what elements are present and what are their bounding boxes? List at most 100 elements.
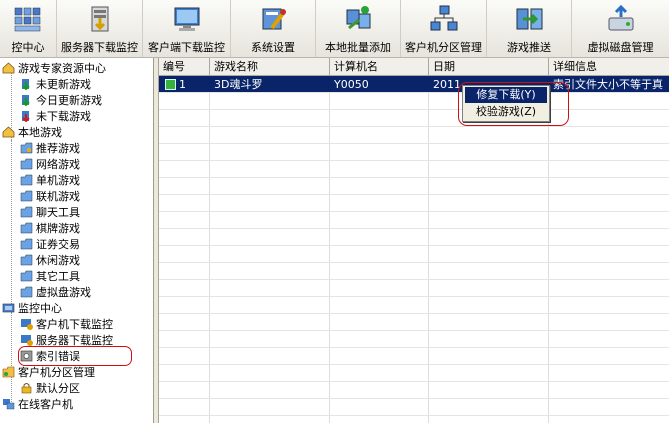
- computers-icon: [2, 398, 15, 410]
- partition-folder-icon: [2, 366, 15, 378]
- table-row[interactable]: 1 3D魂斗罗 Y0050 2011 索引文件大小不等于真: [159, 76, 669, 93]
- toolbar-label: 客户端下载监控: [148, 41, 225, 54]
- toolbar-label: 系统设置: [251, 41, 295, 54]
- row-id: 1: [179, 78, 186, 91]
- empty-row: [159, 246, 669, 263]
- menu-item-verify-game[interactable]: 校验游戏(Z): [465, 104, 547, 120]
- tree-node-client-download-monitor[interactable]: 客户机下载监控: [20, 316, 113, 332]
- tree-node-not-downloaded[interactable]: 未下载游戏: [20, 108, 91, 124]
- tree-node-monitor-center[interactable]: 监控中心: [2, 300, 62, 316]
- tree-node-client-partition-management[interactable]: 客户机分区管理: [2, 364, 95, 380]
- toolbar-virtual-disk-button[interactable]: 虚拟磁盘管理: [572, 0, 669, 57]
- toolbar-label: 控中心: [11, 41, 45, 54]
- tree-node-virtual-disk-games[interactable]: 虚拟盘游戏: [20, 284, 91, 300]
- navigation-tree: 游戏专家资源中心 未更新游戏 今日更新游戏 未下载游戏 本地游戏 推荐游戏 网络…: [0, 58, 154, 423]
- index-error-icon: [20, 350, 33, 362]
- folder-icon: [20, 238, 33, 250]
- toolbar-label: 游戏推送: [507, 41, 551, 54]
- tree-node-securities[interactable]: 证券交易: [20, 236, 80, 252]
- settings-tools-icon: [258, 4, 288, 34]
- column-header-game-name[interactable]: 游戏名称: [210, 58, 330, 75]
- toolbar-label: 虚拟磁盘管理: [587, 41, 654, 54]
- column-header-computer-name[interactable]: 计算机名: [330, 58, 429, 75]
- tree-node-recommended[interactable]: 推荐游戏: [20, 140, 80, 156]
- monitor-icon: [172, 4, 202, 34]
- empty-row: [159, 314, 669, 331]
- grid-header: 编号 游戏名称 计算机名 日期 详细信息: [159, 58, 669, 76]
- toolbar-game-push-button[interactable]: 游戏推送: [487, 0, 572, 57]
- tree-node-server-download-monitor[interactable]: 服务器下载监控: [20, 332, 113, 348]
- toolbar-batch-add-button[interactable]: 本地批量添加: [316, 0, 401, 57]
- tree-node-lan-games[interactable]: 联机游戏: [20, 188, 80, 204]
- client-monitor-icon: [20, 318, 33, 330]
- home-folder-icon: [2, 126, 15, 138]
- tree-node-other-tools[interactable]: 其它工具: [20, 268, 80, 284]
- empty-row: [159, 331, 669, 348]
- empty-row: [159, 195, 669, 212]
- tree-connector: [11, 312, 12, 356]
- network-partition-icon: [429, 4, 459, 34]
- empty-row: [159, 297, 669, 314]
- grid-panel-icon: [13, 4, 43, 34]
- toolbar-label: 服务器下载监控: [61, 41, 138, 54]
- error-list-grid: 编号 游戏名称 计算机名 日期 详细信息 1 3D魂斗罗 Y0050 2011 …: [159, 58, 669, 423]
- tree-node-online-games[interactable]: 网络游戏: [20, 156, 80, 172]
- server-download-icon: [85, 4, 115, 34]
- tree-node-index-errors[interactable]: 索引错误: [20, 348, 80, 364]
- toolbar-label: 本地批量添加: [325, 41, 391, 54]
- row-computer-name: Y0050: [334, 78, 369, 91]
- empty-row: [159, 127, 669, 144]
- tree-node-chat-tools[interactable]: 聊天工具: [20, 204, 80, 220]
- tree-node-not-updated[interactable]: 未更新游戏: [20, 76, 91, 92]
- tree-connector: [11, 140, 12, 300]
- toolbar-server-download-monitor-button[interactable]: 服务器下载监控: [57, 0, 143, 57]
- empty-row: [159, 110, 669, 127]
- main-toolbar: 控中心 服务器下载监控 客户端下载监控 系统设置 本地批量添加 客户机分区管理 …: [0, 0, 669, 58]
- tree-node-single-player[interactable]: 单机游戏: [20, 172, 80, 188]
- empty-row: [159, 178, 669, 195]
- server-monitor-icon: [20, 334, 33, 346]
- tree-node-online-clients[interactable]: 在线客户机: [2, 396, 73, 412]
- toolbar-client-download-monitor-button[interactable]: 客户端下载监控: [143, 0, 231, 57]
- toolbar-label: 客户机分区管理: [405, 41, 482, 54]
- column-header-date[interactable]: 日期: [429, 58, 549, 75]
- row-detail: 索引文件大小不等于真: [553, 78, 663, 91]
- empty-row: [159, 382, 669, 399]
- toolbar-control-center-button[interactable]: 控中心: [0, 0, 57, 57]
- folder-icon: [20, 222, 33, 234]
- tree-node-casual-games[interactable]: 休闲游戏: [20, 252, 80, 268]
- empty-row: [159, 212, 669, 229]
- lock-icon: [20, 382, 33, 394]
- empty-row: [159, 144, 669, 161]
- empty-row: [159, 348, 669, 365]
- column-header-id[interactable]: 编号: [159, 58, 210, 75]
- toolbar-system-settings-button[interactable]: 系统设置: [231, 0, 316, 57]
- folder-icon: [20, 158, 33, 170]
- folder-icon: [20, 254, 33, 266]
- tree-node-board-games[interactable]: 棋牌游戏: [20, 220, 80, 236]
- row-game-name: 3D魂斗罗: [214, 78, 263, 91]
- empty-row: [159, 280, 669, 297]
- folder-icon: [20, 206, 33, 218]
- virtual-disk-icon: [606, 4, 636, 34]
- context-menu: 修复下载(Y) 校验游戏(Z): [462, 85, 550, 122]
- tree-node-local-games[interactable]: 本地游戏: [2, 124, 62, 140]
- row-status-icon: [165, 79, 176, 90]
- tree-node-updated-today[interactable]: 今日更新游戏: [20, 92, 102, 108]
- green-arrow-folder-icon: [20, 94, 33, 107]
- folder-icon: [20, 270, 33, 282]
- empty-row: [159, 161, 669, 178]
- folder-icon: [20, 174, 33, 186]
- folder-icon: [20, 190, 33, 202]
- home-folder-icon: [2, 62, 15, 74]
- tree-node-resource-center[interactable]: 游戏专家资源中心: [2, 60, 106, 76]
- empty-row: [159, 93, 669, 110]
- tree-node-default-partition[interactable]: 默认分区: [20, 380, 80, 396]
- column-header-detail[interactable]: 详细信息: [549, 58, 669, 75]
- red-arrow-folder-icon: [20, 110, 33, 123]
- menu-item-repair-download[interactable]: 修复下载(Y): [465, 87, 547, 103]
- empty-row: [159, 263, 669, 280]
- empty-row: [159, 365, 669, 382]
- empty-row: [159, 229, 669, 246]
- toolbar-partition-management-button[interactable]: 客户机分区管理: [401, 0, 487, 57]
